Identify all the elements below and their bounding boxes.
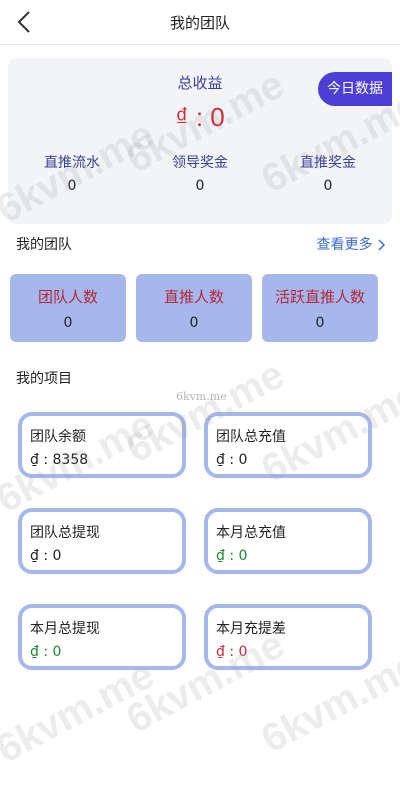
watermark: 6kvm.me	[0, 652, 162, 772]
projects-section-title: 我的项目	[16, 371, 72, 387]
stat-label: 直推流水	[44, 155, 100, 171]
stat-label: 直推奖金	[300, 155, 356, 171]
team-size-card[interactable]: 团队人数 0	[10, 274, 126, 342]
project-card-month-total-recharge[interactable]: 本月总充值 ₫ : 0	[204, 508, 372, 574]
card-value: 0	[315, 315, 325, 331]
total-earnings-value: ₫ : 0	[175, 102, 225, 132]
today-data-button[interactable]: 今日数据	[318, 72, 392, 106]
direct-referrals-card[interactable]: 直推人数 0	[136, 274, 252, 342]
page-title: 我的团队	[169, 14, 230, 32]
card-label: 活跃直推人数	[274, 288, 365, 306]
view-more-label: 查看更多	[316, 237, 373, 253]
stat-direct-bonus: 直推奖金 0	[264, 152, 392, 194]
card-value: 0	[63, 315, 73, 331]
project-value: ₫ : 0	[216, 548, 248, 564]
project-card-team-total-withdraw[interactable]: 团队总提现 ₫ : 0	[18, 508, 186, 574]
stat-value: 0	[67, 178, 77, 194]
project-card-team-balance[interactable]: 团队余额 ₫ : 8358	[18, 412, 186, 478]
project-card-month-net-difference[interactable]: 本月充提差 ₫ : 0	[204, 604, 372, 670]
stat-value: 0	[195, 178, 205, 194]
project-label: 团队总充值	[216, 429, 286, 445]
card-label: 团队人数	[37, 288, 98, 306]
card-value: 0	[189, 315, 199, 331]
chevron-right-icon	[378, 239, 386, 251]
team-section-title: 我的团队	[16, 237, 72, 253]
project-value: ₫ : 0	[216, 452, 248, 468]
active-direct-referrals-card[interactable]: 活跃直推人数 0	[262, 274, 378, 342]
project-label: 团队总提现	[30, 525, 100, 541]
stat-leader-bonus: 领导奖金 0	[136, 152, 264, 194]
project-value: ₫ : 0	[30, 548, 62, 564]
view-more-link[interactable]: 查看更多	[317, 234, 386, 254]
earnings-summary-card: 总收益 ₫ : 0 今日数据 直推流水 0 领导奖金 0 直推奖金 0	[8, 58, 392, 224]
project-value: ₫ : 0	[30, 644, 62, 660]
project-card-team-total-recharge[interactable]: 团队总充值 ₫ : 0	[204, 412, 372, 478]
project-value: ₫ : 0	[216, 644, 248, 660]
top-bar: 我的团队	[0, 0, 400, 45]
project-label: 本月总充值	[216, 525, 286, 541]
card-label: 直推人数	[163, 288, 224, 306]
stat-label: 领导奖金	[172, 155, 228, 171]
project-card-month-total-withdraw[interactable]: 本月总提现 ₫ : 0	[18, 604, 186, 670]
stat-direct-flow: 直推流水 0	[8, 152, 136, 194]
project-label: 团队余额	[30, 429, 86, 445]
project-label: 本月充提差	[216, 621, 286, 637]
stat-value: 0	[323, 178, 333, 194]
project-value: ₫ : 8358	[30, 452, 89, 468]
project-label: 本月总提现	[30, 621, 100, 637]
watermark-small: 6kvm.me	[176, 390, 227, 403]
